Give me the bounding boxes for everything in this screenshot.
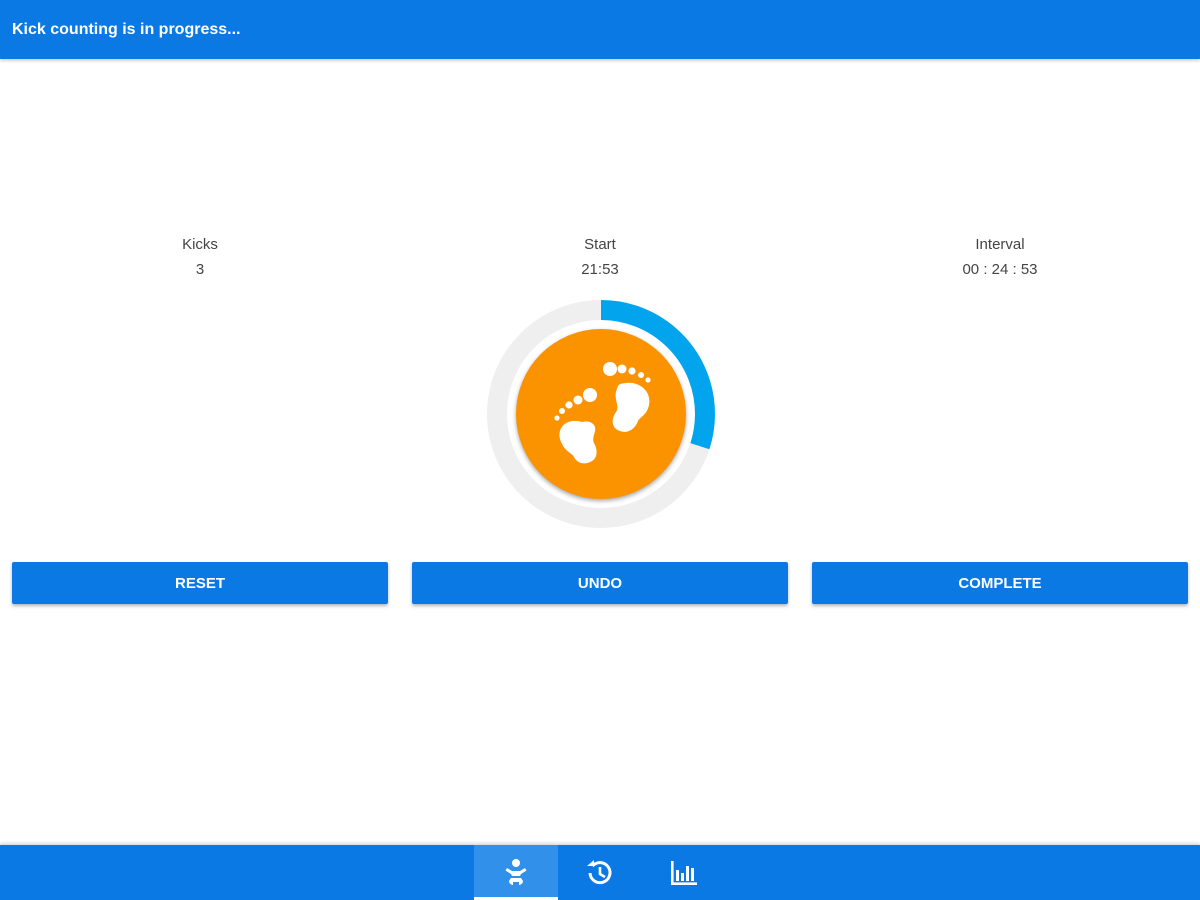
- kick-count-button[interactable]: [516, 329, 686, 499]
- app-bar: Kick counting is in progress...: [0, 0, 1200, 59]
- bar-chart-icon: [671, 861, 697, 885]
- bottom-navigation: [0, 845, 1200, 900]
- interval-label: Interval: [975, 236, 1025, 253]
- baby-icon: [505, 859, 527, 885]
- kicks-value: 3: [195, 261, 205, 278]
- start-stat: Start 21:53: [450, 232, 750, 282]
- kicks-stat: Kicks 3: [50, 232, 350, 282]
- history-icon: [587, 860, 612, 885]
- start-value: 21:53: [581, 261, 619, 278]
- nav-kick-counter[interactable]: [474, 845, 558, 900]
- complete-button[interactable]: COMPLETE: [812, 562, 1188, 604]
- nav-statistics[interactable]: [642, 845, 726, 900]
- kick-counter-screen: Kick counting is in progress... Kicks 3 …: [0, 0, 1200, 900]
- interval-value: 00 : 24 : 53: [962, 261, 1038, 278]
- kicks-label: Kicks: [182, 236, 218, 253]
- nav-history[interactable]: [558, 845, 642, 900]
- start-label: Start: [584, 236, 616, 253]
- app-bar-title: Kick counting is in progress...: [12, 21, 241, 38]
- reset-button[interactable]: RESET: [12, 562, 388, 604]
- baby-feet-icon: [554, 362, 651, 464]
- undo-button[interactable]: UNDO: [412, 562, 788, 604]
- interval-stat: Interval 00 : 24 : 53: [850, 232, 1150, 282]
